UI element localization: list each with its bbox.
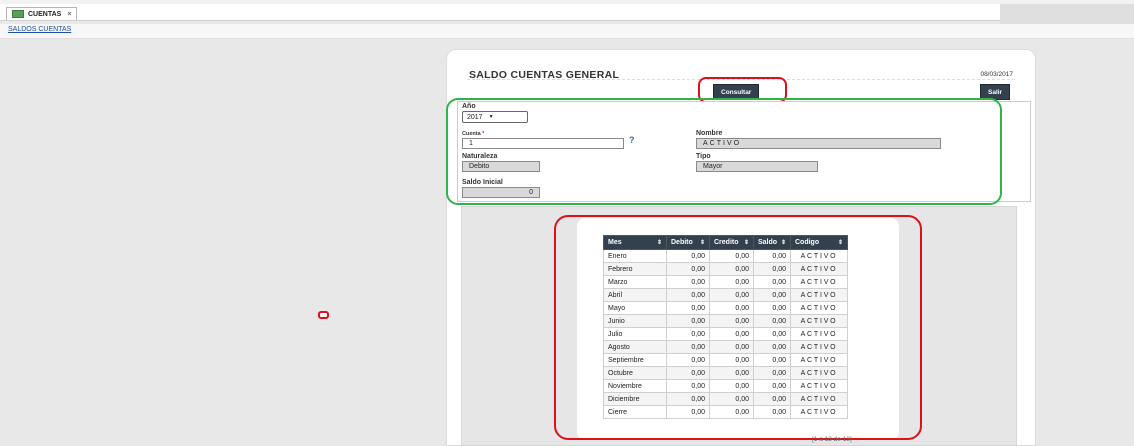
top-bar: CUENTAS ×	[0, 0, 1134, 24]
breadcrumb-link-saldos-cuentas[interactable]: SALDOS CUENTAS	[8, 26, 71, 33]
close-icon[interactable]: ×	[67, 11, 71, 18]
pagination-info: [1 a 13 de 13]	[812, 436, 852, 443]
annotation-highlight-form	[446, 98, 1002, 205]
page-date: 08/03/2017	[980, 71, 1013, 78]
grid-icon	[12, 10, 24, 18]
tab-label: CUENTAS	[28, 10, 62, 18]
annotation-marker	[318, 311, 329, 319]
top-bar-right	[1000, 4, 1134, 24]
main-card: SALDO CUENTAS GENERAL 08/03/2017 Consult…	[446, 49, 1036, 446]
tab-cuentas[interactable]: CUENTAS ×	[6, 7, 78, 20]
breadcrumb: SALDOS CUENTAS	[0, 24, 1134, 39]
tab-strip	[0, 4, 1000, 21]
annotation-highlight-table	[554, 215, 922, 440]
